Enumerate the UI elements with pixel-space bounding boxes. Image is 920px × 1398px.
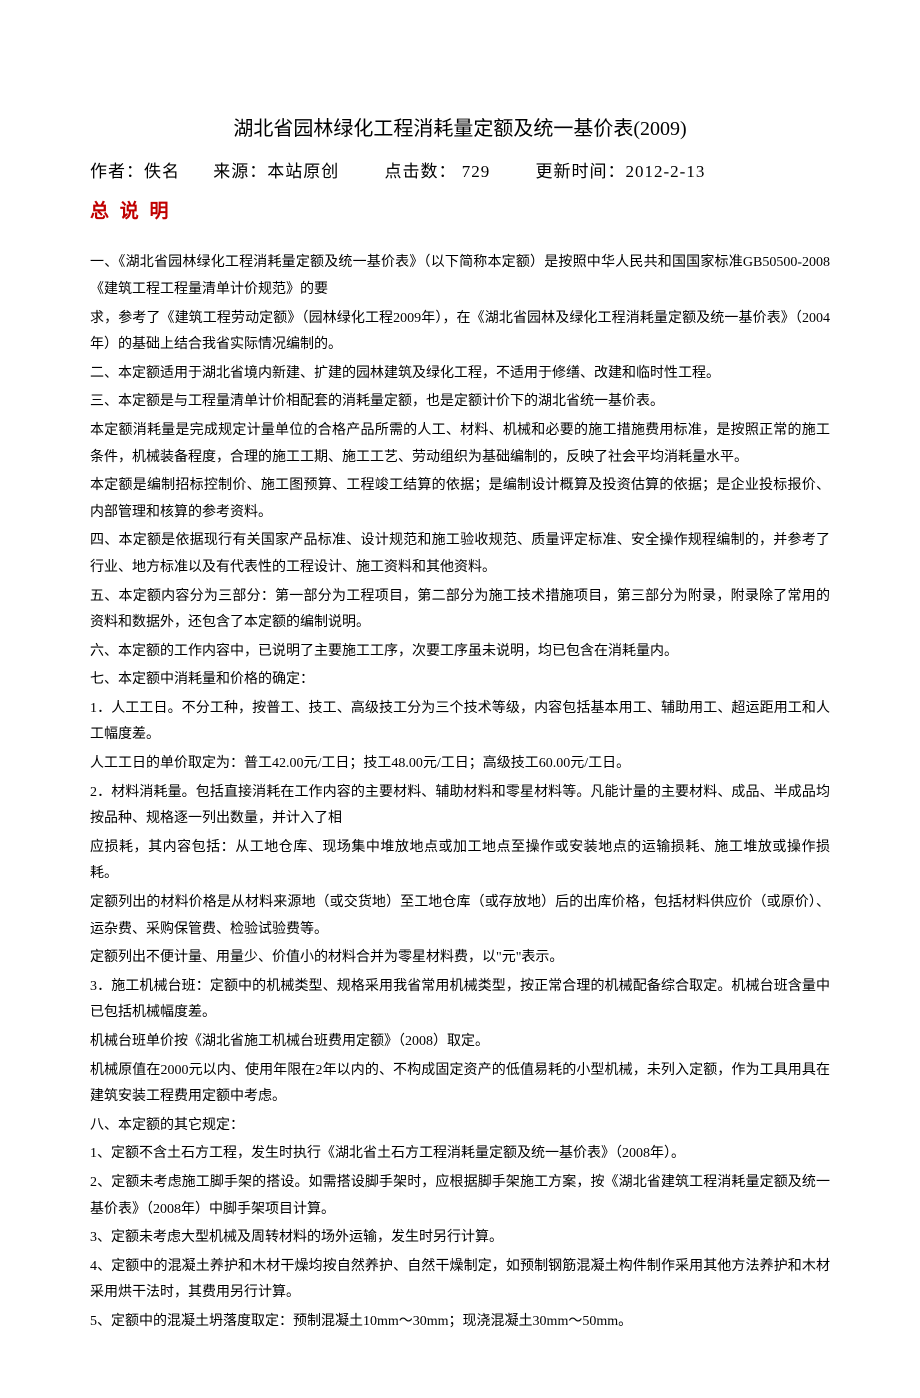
paragraph: 3、定额未考虑大型机械及周转材料的场外运输，发生时另行计算。 [90,1225,830,1252]
document-title: 湖北省园林绿化工程消耗量定额及统一基价表(2009) [90,110,830,148]
paragraph: 四、本定额是依据现行有关国家产品标准、设计规范和施工验收规范、质量评定标准、安全… [90,528,830,581]
paragraph: 三、本定额是与工程量清单计价相配套的消耗量定额，也是定额计价下的湖北省统一基价表… [90,389,830,416]
author-value: 佚名 [144,162,180,181]
paragraph: 4、定额中的混凝土养护和木材干燥均按自然养护、自然干燥制定，如预制钢筋混凝土构件… [90,1254,830,1307]
paragraph: 定额列出的材料价格是从材料来源地（或交货地）至工地仓库（或存放地）后的出库价格，… [90,890,830,943]
author-label: 作者： [90,162,144,181]
paragraph: 本定额消耗量是完成规定计量单位的合格产品所需的人工、材料、机械和必要的施工措施费… [90,418,830,471]
hits-label: 点击数： [385,162,457,181]
paragraph: 3．施工机械台班：定额中的机械类型、规格采用我省常用机械类型，按正常合理的机械配… [90,974,830,1027]
paragraph: 八、本定额的其它规定： [90,1113,830,1140]
paragraph: 5、定额中的混凝土坍落度取定：预制混凝土10mm～30mm；现浇混凝土30mm～… [90,1309,830,1336]
section-header: 总 说 明 [90,194,830,230]
paragraph: 1、定额不含土石方工程，发生时执行《湖北省土石方工程消耗量定额及统一基价表》（2… [90,1141,830,1168]
hits-value: 729 [462,162,491,181]
paragraph: 五、本定额内容分为三部分：第一部分为工程项目，第二部分为施工技术措施项目，第三部… [90,584,830,637]
paragraph: 求，参考了《建筑工程劳动定额》（园林绿化工程2009年），在《湖北省园林及绿化工… [90,306,830,359]
paragraph: 机械台班单价按《湖北省施工机械台班费用定额》（2008）取定。 [90,1029,830,1056]
source-label: 来源： [213,162,267,181]
update-value: 2012-2-13 [626,162,706,181]
paragraph: 2、定额未考虑施工脚手架的搭设。如需搭设脚手架时，应根据脚手架施工方案，按《湖北… [90,1170,830,1223]
paragraph: 二、本定额适用于湖北省境内新建、扩建的园林建筑及绿化工程，不适用于修缮、改建和临… [90,361,830,388]
update-label: 更新时间： [536,162,626,181]
meta-line: 作者：佚名 来源：本站原创 点击数： 729 更新时间：2012-2-13 [90,156,830,188]
paragraph: 六、本定额的工作内容中，已说明了主要施工工序，次要工序虽未说明，均已包含在消耗量… [90,639,830,666]
paragraph: 1．人工工日。不分工种，按普工、技工、高级技工分为三个技术等级，内容包括基本用工… [90,696,830,749]
paragraph: 七、本定额中消耗量和价格的确定： [90,667,830,694]
paragraph: 定额列出不便计量、用量少、价值小的材料合并为零星材料费，以"元"表示。 [90,945,830,972]
paragraph: 2．材料消耗量。包括直接消耗在工作内容的主要材料、辅助材料和零星材料等。凡能计量… [90,780,830,833]
paragraph: 机械原值在2000元以内、使用年限在2年以内的、不构成固定资产的低值易耗的小型机… [90,1058,830,1111]
paragraph: 本定额是编制招标控制价、施工图预算、工程竣工结算的依据；是编制设计概算及投资估算… [90,473,830,526]
source-value: 本站原创 [267,162,339,181]
paragraph: 应损耗，其内容包括：从工地仓库、现场集中堆放地点或加工地点至操作或安装地点的运输… [90,835,830,888]
paragraph: 人工工日的单价取定为：普工42.00元/工日；技工48.00元/工日；高级技工6… [90,751,830,778]
paragraph: 一、《湖北省园林绿化工程消耗量定额及统一基价表》（以下简称本定额）是按照中华人民… [90,250,830,303]
